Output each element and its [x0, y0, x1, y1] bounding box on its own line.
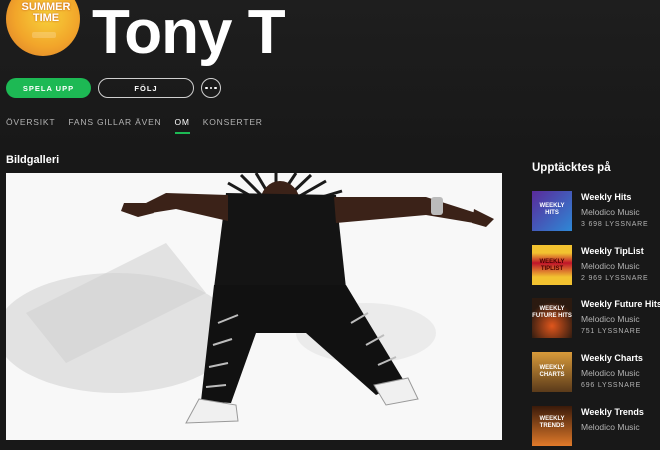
playlist-name[interactable]: Weekly TipList [581, 246, 644, 256]
playlist-owner[interactable]: Melodico Music [581, 314, 640, 324]
playlist-cover-text: WEEKLY TRENDS [539, 416, 565, 429]
playlist-name[interactable]: Weekly Future Hits [581, 299, 660, 309]
playlist-owner[interactable]: Melodico Music [581, 422, 640, 432]
playlist-owner[interactable]: Melodico Music [581, 368, 640, 378]
playlist-cover-text: WEEKLY TIPLIST [539, 259, 565, 272]
playlist-listeners: 3 698 LYSSNARE [581, 221, 649, 228]
tab-about[interactable]: OM [174, 117, 191, 134]
playlist-item[interactable]: WEEKLY TRENDS Weekly Trends Melodico Mus… [532, 406, 660, 450]
playlist-cover: WEEKLY CHARTS [532, 352, 572, 392]
playlist-cover: WEEKLY TRENDS [532, 406, 572, 446]
artist-tabs: ÖVERSIKT FANS GILLAR ÄVEN OM KONSERTER [6, 117, 263, 134]
playlist-item[interactable]: WEEKLY CHARTS Weekly Charts Melodico Mus… [532, 352, 660, 396]
playlist-owner[interactable]: Melodico Music [581, 207, 640, 217]
playlist-cover-text: WEEKLY CHARTS [539, 365, 565, 378]
playlist-cover: WEEKLY HITS [532, 191, 572, 231]
playlist-name[interactable]: Weekly Trends [581, 407, 644, 417]
playlist-name[interactable]: Weekly Hits [581, 192, 631, 202]
playlist-item[interactable]: WEEKLY FUTURE HITS Weekly Future Hits Me… [532, 298, 660, 342]
playlist-cover-text: WEEKLY FUTURE HITS [532, 306, 572, 319]
playlist-owner[interactable]: Melodico Music [581, 261, 640, 271]
playlist-listeners: 696 LYSSNARE [581, 382, 642, 389]
playlist-name[interactable]: Weekly Charts [581, 353, 643, 363]
playlist-item[interactable]: WEEKLY HITS Weekly Hits Melodico Music 3… [532, 191, 660, 235]
tab-concerts[interactable]: KONSERTER [203, 117, 263, 127]
playlist-listeners: 751 LYSSNARE [581, 328, 642, 335]
playlist-item[interactable]: WEEKLY TIPLIST Weekly TipList Melodico M… [532, 245, 660, 289]
play-button[interactable]: SPELA UPP [6, 78, 91, 98]
tab-overview[interactable]: ÖVERSIKT [6, 117, 55, 127]
tab-fans-also-like[interactable]: FANS GILLAR ÄVEN [68, 117, 161, 127]
playlist-listeners: 2 969 LYSSNARE [581, 275, 649, 282]
more-button[interactable] [201, 78, 221, 98]
avatar-text: SUMMER TIME [21, 1, 71, 24]
artist-photo [6, 173, 502, 440]
discovered-on-title: Upptäcktes på [532, 162, 611, 174]
playlist-cover-text: WEEKLY HITS [539, 203, 565, 216]
gallery-title: Bildgalleri [6, 154, 60, 166]
artist-name: Tony T [92, 0, 286, 67]
more-icon [205, 86, 217, 90]
playlist-cover: WEEKLY FUTURE HITS [532, 298, 572, 338]
gallery-image[interactable] [6, 173, 502, 440]
playlist-cover: WEEKLY TIPLIST [532, 245, 572, 285]
follow-button[interactable]: FÖLJ [98, 78, 194, 98]
avatar-decoration [32, 32, 56, 38]
